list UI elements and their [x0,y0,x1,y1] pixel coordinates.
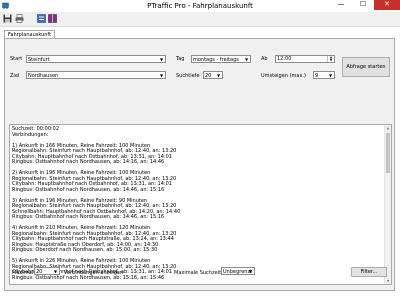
result-line: Ringbus: Oberdorf nach Nordhausen, ab: 1… [12,247,158,253]
chevron-down-icon: ▼ [53,269,58,274]
maximal-value: 20 [36,269,43,275]
settings-icon[interactable] [37,14,46,23]
result-line: Verbindungen: [12,131,49,138]
search-button[interactable]: Abfrage starten [342,57,390,77]
start-combo[interactable]: Steinfurt ▼ [26,55,166,63]
chevron-down-icon: ▼ [216,73,221,78]
tag-label: Tag [176,56,185,62]
vertical-scrollbar[interactable]: ▲ ▼ [384,125,391,284]
chevron-down-icon: ▼ [328,73,333,78]
suchtiefe-value: 20 [205,73,212,79]
chevron-down-icon: ▼ [244,57,249,62]
start-label: Start [10,56,23,62]
scroll-up-icon[interactable]: ▲ [385,125,391,131]
book-icon[interactable] [48,14,57,23]
filter-button[interactable]: Filter... [351,267,387,277]
umsteigen-label: Umsteigen (max.) [261,73,306,79]
scroll-thumb[interactable] [386,133,390,173]
save-icon[interactable] [3,14,12,23]
maximal-combo[interactable]: 20 ▼ [34,267,60,275]
suchtiefe-combo[interactable]: 20 ▼ [203,71,223,79]
ziel-value: Nordhausen [28,73,59,79]
result-line: Ringbus: Ostbahnhof nach Nordhausen, ab:… [12,214,165,220]
ziel-combo[interactable]: Nordhausen ▼ [26,71,166,79]
close-button[interactable]: ✕ [374,0,400,10]
tab-panel: Start Steinfurt ▼ Ziel Nordhausen ▼ Tag … [4,38,395,291]
tag-value: montags - freitags [193,57,239,63]
result-line: Ringbus: Ostbahnhof nach Nordhausen, ab:… [12,159,165,165]
spin-arrows-icon[interactable]: ▲ ▼ [327,56,334,62]
print-icon[interactable] [15,14,24,23]
results-textarea[interactable]: Suchzeit: 00:00:02 Verbindungen: 1) Ankunf… [9,124,392,285]
toolbar [0,12,400,27]
suchzeit-combo[interactable]: Unbegrenzt ▼ [221,267,255,275]
maximal-label: Maximal [12,270,34,276]
title-bar: PTraffic Pro - Fahrplanauskunft — ☐ ✕ [0,0,400,12]
ab-label: Ab [261,56,268,62]
verbindungen-label: Verbindungen anzeigen [64,270,124,276]
suchzeit-label: Maximale Suchzeit: [174,270,223,276]
umsteigen-combo[interactable]: 9 ▼ [313,71,335,79]
tag-combo[interactable]: montags - freitags ▼ [191,55,251,63]
maximize-button[interactable]: ☐ [352,0,374,10]
chevron-down-icon: ▼ [159,73,164,78]
start-value: Steinfurt [28,57,50,63]
result-line: Ringbus: Ostbahnhof nach Nordhausen, ab:… [12,186,165,193]
ab-value: 12:00 [277,56,292,62]
chevron-down-icon: ▼ [248,269,253,274]
app-window: PTraffic Pro - Fahrplanauskunft — ☐ ✕ Fa… [0,0,400,304]
chevron-down-icon: ▼ [159,57,164,62]
ziel-label: Ziel [10,73,20,79]
minimize-button[interactable]: — [330,0,352,10]
suchtiefe-label: Suchtiefe [176,73,200,79]
ab-time-input[interactable]: 12:00 ▲ ▼ [275,55,335,63]
umsteigen-value: 9 [315,73,319,79]
scroll-down-icon[interactable]: ▼ [385,278,391,284]
